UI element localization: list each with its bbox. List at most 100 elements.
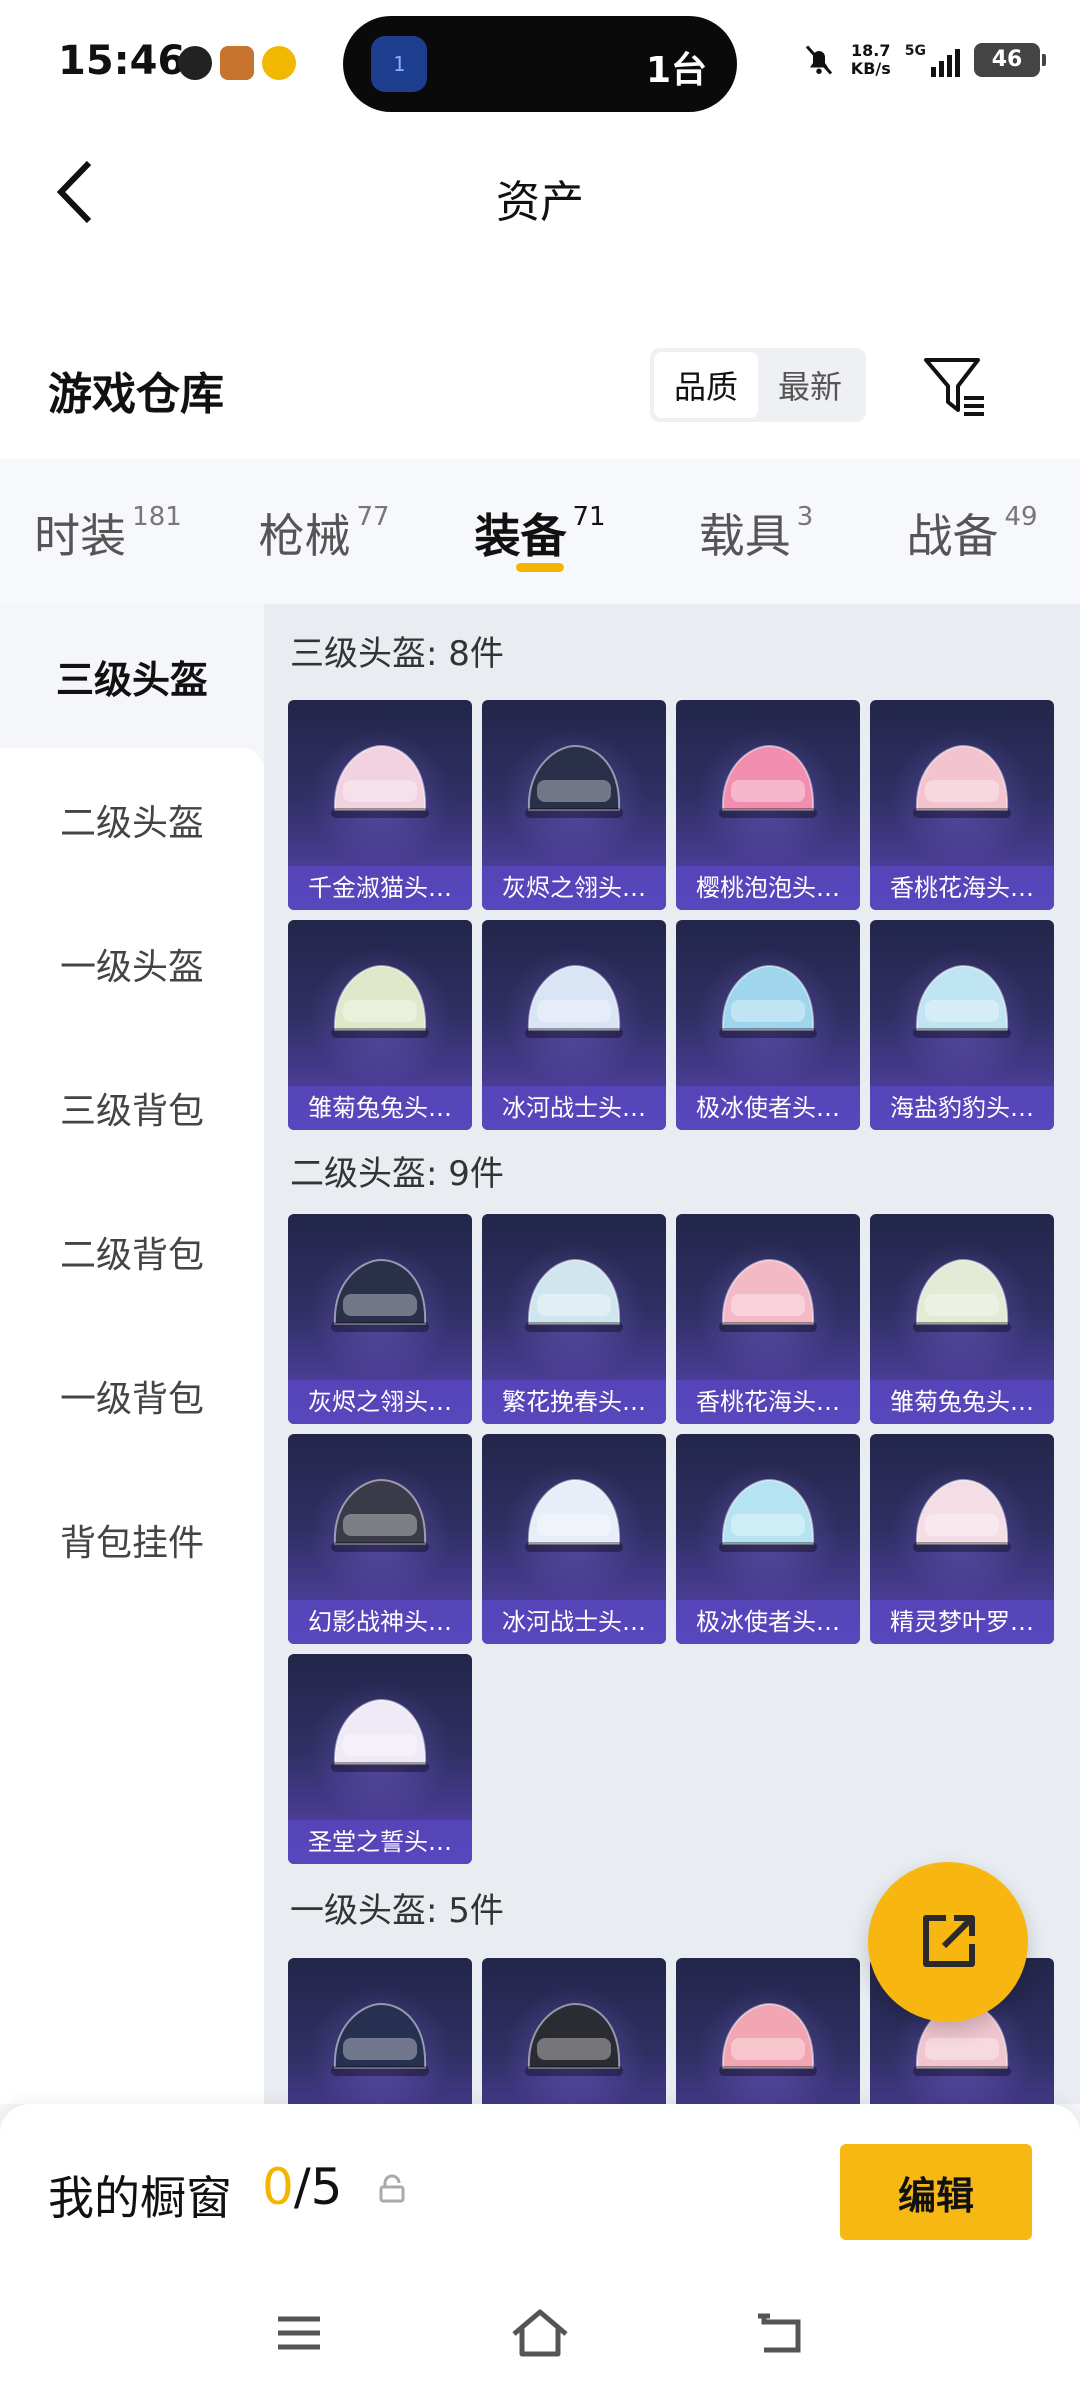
item-card[interactable]: 香桃花海头… bbox=[676, 1214, 860, 1424]
cast-icon: 1 bbox=[371, 36, 427, 92]
helmet-icon bbox=[525, 744, 623, 818]
helmet-icon bbox=[331, 964, 429, 1038]
menu-icon bbox=[278, 2316, 320, 2350]
status-time: 15:46 bbox=[58, 38, 186, 84]
helmet-icon bbox=[719, 1478, 817, 1552]
lock-icon bbox=[379, 2174, 405, 2203]
helmet-icon bbox=[719, 744, 817, 818]
sidebar-item-level2-backpack[interactable]: 二级背包 bbox=[0, 1180, 264, 1324]
tab-count: 71 bbox=[572, 502, 606, 532]
island-device-count: 1台 bbox=[645, 50, 707, 91]
net-speed-value: 18.7 bbox=[851, 41, 891, 60]
coin-app-icon bbox=[262, 46, 296, 80]
tab-count: 49 bbox=[1004, 502, 1038, 532]
item-grid: 千金淑猫头… 灰烬之翎头… 樱桃泡泡头… 香桃花海头… 雏菊兔兔头… 冰河战士头… 极冰使者… bbox=[288, 700, 1080, 1130]
item-card[interactable] bbox=[288, 1958, 472, 2104]
network-type: 5G bbox=[904, 43, 926, 59]
item-name: 圣堂之誓头… bbox=[288, 1820, 472, 1864]
sidebar-item-level3-backpack[interactable]: 三级背包 bbox=[0, 1036, 264, 1180]
helmet-icon bbox=[331, 1478, 429, 1552]
item-name: 千金淑猫头… bbox=[288, 866, 472, 910]
my-showcase-bar: 我的橱窗 0/5 编辑 bbox=[0, 2104, 1080, 2274]
tab-count: 77 bbox=[356, 502, 390, 532]
section-level3-helmet: 三级头盔: 8件 千金淑猫头… 灰烬之翎头… 樱桃泡泡头… 香桃花海头… 雏菊兔兔头… 冰… bbox=[288, 604, 1080, 1130]
status-indicators: 18.7 KB/s 5G 46 bbox=[801, 42, 1046, 78]
home-button[interactable] bbox=[505, 2298, 575, 2368]
back-icon bbox=[758, 2313, 801, 2353]
item-card[interactable]: 极冰使者头… bbox=[676, 920, 860, 1130]
item-name: 雏菊兔兔头… bbox=[870, 1380, 1054, 1424]
signal-icon: 5G bbox=[905, 43, 960, 77]
helmet-icon bbox=[913, 964, 1011, 1038]
item-name: 香桃花海头… bbox=[870, 866, 1054, 910]
edit-showcase-button[interactable]: 编辑 bbox=[840, 2144, 1032, 2240]
tab-label: 载具 bbox=[698, 509, 791, 563]
sort-newest-option[interactable]: 最新 bbox=[758, 352, 862, 418]
item-card[interactable]: 冰河战士头… bbox=[482, 920, 666, 1130]
item-card[interactable]: 雏菊兔兔头… bbox=[870, 1214, 1054, 1424]
item-card[interactable]: 幻影战神头… bbox=[288, 1434, 472, 1644]
item-card[interactable]: 极冰使者头… bbox=[676, 1434, 860, 1644]
sidebar-item-level3-helmet[interactable]: 三级头盔 bbox=[0, 604, 264, 748]
system-nav-bar bbox=[0, 2274, 1080, 2400]
tab-count: 181 bbox=[132, 502, 182, 532]
filter-button[interactable] bbox=[920, 352, 990, 422]
item-card[interactable]: 千金淑猫头… bbox=[288, 700, 472, 910]
item-card[interactable] bbox=[482, 1958, 666, 2104]
item-card[interactable]: 繁花挽春头… bbox=[482, 1214, 666, 1424]
item-card[interactable]: 圣堂之誓头… bbox=[288, 1654, 472, 1864]
helmet-icon bbox=[913, 1478, 1011, 1552]
helmet-icon bbox=[525, 964, 623, 1038]
net-speed-unit: KB/s bbox=[850, 59, 891, 78]
sidebar-item-level1-helmet[interactable]: 一级头盔 bbox=[0, 892, 264, 1036]
recent-apps-button[interactable] bbox=[264, 2298, 334, 2368]
dynamic-island[interactable]: 1 1台 bbox=[343, 16, 737, 112]
status-app-icons bbox=[178, 46, 296, 80]
item-card[interactable]: 冰河战士头… bbox=[482, 1434, 666, 1644]
filter-icon bbox=[924, 358, 984, 416]
share-external-icon bbox=[923, 1915, 975, 1967]
sidebar-filler bbox=[0, 1612, 264, 2104]
tab-label: 枪械 bbox=[258, 509, 351, 563]
item-name: 灰烬之翎头… bbox=[288, 1380, 472, 1424]
section-level2-helmet: 二级头盔: 9件 灰烬之翎头… 繁花挽春头… 香桃花海头… 雏菊兔兔头… 幻影战神头… 冰… bbox=[288, 1130, 1080, 1864]
section-title: 三级头盔: 8件 bbox=[290, 634, 504, 674]
item-card[interactable]: 灰烬之翎头… bbox=[482, 700, 666, 910]
title-bar: 资产 bbox=[0, 128, 1080, 258]
section-title: 二级头盔: 9件 bbox=[290, 1154, 504, 1194]
sort-quality-option[interactable]: 品质 bbox=[654, 352, 758, 418]
item-name: 雏菊兔兔头… bbox=[288, 1086, 472, 1130]
item-card[interactable]: 海盐豹豹头… bbox=[870, 920, 1054, 1130]
item-card[interactable] bbox=[676, 1958, 860, 2104]
showcase-count: 0/5 bbox=[262, 2158, 342, 2216]
category-tabs: 时装 181 枪械 77 装备 71 载具 3 战备 49 bbox=[0, 458, 1080, 604]
sidebar-item-backpack-charm[interactable]: 背包挂件 bbox=[0, 1468, 264, 1612]
sort-toggle: 品质 最新 bbox=[650, 348, 866, 422]
item-name: 极冰使者头… bbox=[676, 1086, 860, 1130]
sidebar-item-level2-helmet[interactable]: 二级头盔 bbox=[0, 748, 264, 892]
page-title: 资产 bbox=[496, 177, 584, 228]
tab-vehicles[interactable]: 载具 3 bbox=[648, 458, 864, 604]
item-card[interactable]: 精灵梦叶罗… bbox=[870, 1434, 1054, 1644]
item-card[interactable]: 樱桃泡泡头… bbox=[676, 700, 860, 910]
tab-equipment[interactable]: 装备 71 bbox=[432, 458, 648, 604]
helmet-icon bbox=[331, 1698, 429, 1772]
item-card[interactable]: 灰烬之翎头… bbox=[288, 1214, 472, 1424]
warehouse-header: 游戏仓库 品质 最新 bbox=[0, 258, 1080, 458]
item-grid: 灰烬之翎头… 繁花挽春头… 香桃花海头… 雏菊兔兔头… 幻影战神头… 冰河战士头… 极冰使者… bbox=[288, 1214, 1080, 1864]
share-fab-button[interactable] bbox=[868, 1862, 1028, 2022]
system-back-button[interactable] bbox=[746, 2298, 816, 2368]
subcategory-sidebar: 三级头盔 二级头盔 一级头盔 三级背包 二级背包 一级背包 背包挂件 bbox=[0, 604, 264, 2104]
item-name: 樱桃泡泡头… bbox=[676, 866, 860, 910]
item-name: 繁花挽春头… bbox=[482, 1380, 666, 1424]
item-card[interactable]: 香桃花海头… bbox=[870, 700, 1054, 910]
tab-fashion[interactable]: 时装 181 bbox=[0, 458, 216, 604]
net-speed: 18.7 KB/s bbox=[851, 42, 891, 78]
tab-firearms[interactable]: 枪械 77 bbox=[216, 458, 432, 604]
helmet-icon bbox=[331, 2002, 429, 2076]
sidebar-item-level1-backpack[interactable]: 一级背包 bbox=[0, 1324, 264, 1468]
item-card[interactable]: 雏菊兔兔头… bbox=[288, 920, 472, 1130]
tab-supplies[interactable]: 战备 49 bbox=[864, 458, 1080, 604]
item-name: 海盐豹豹头… bbox=[870, 1086, 1054, 1130]
helmet-icon bbox=[525, 1258, 623, 1332]
